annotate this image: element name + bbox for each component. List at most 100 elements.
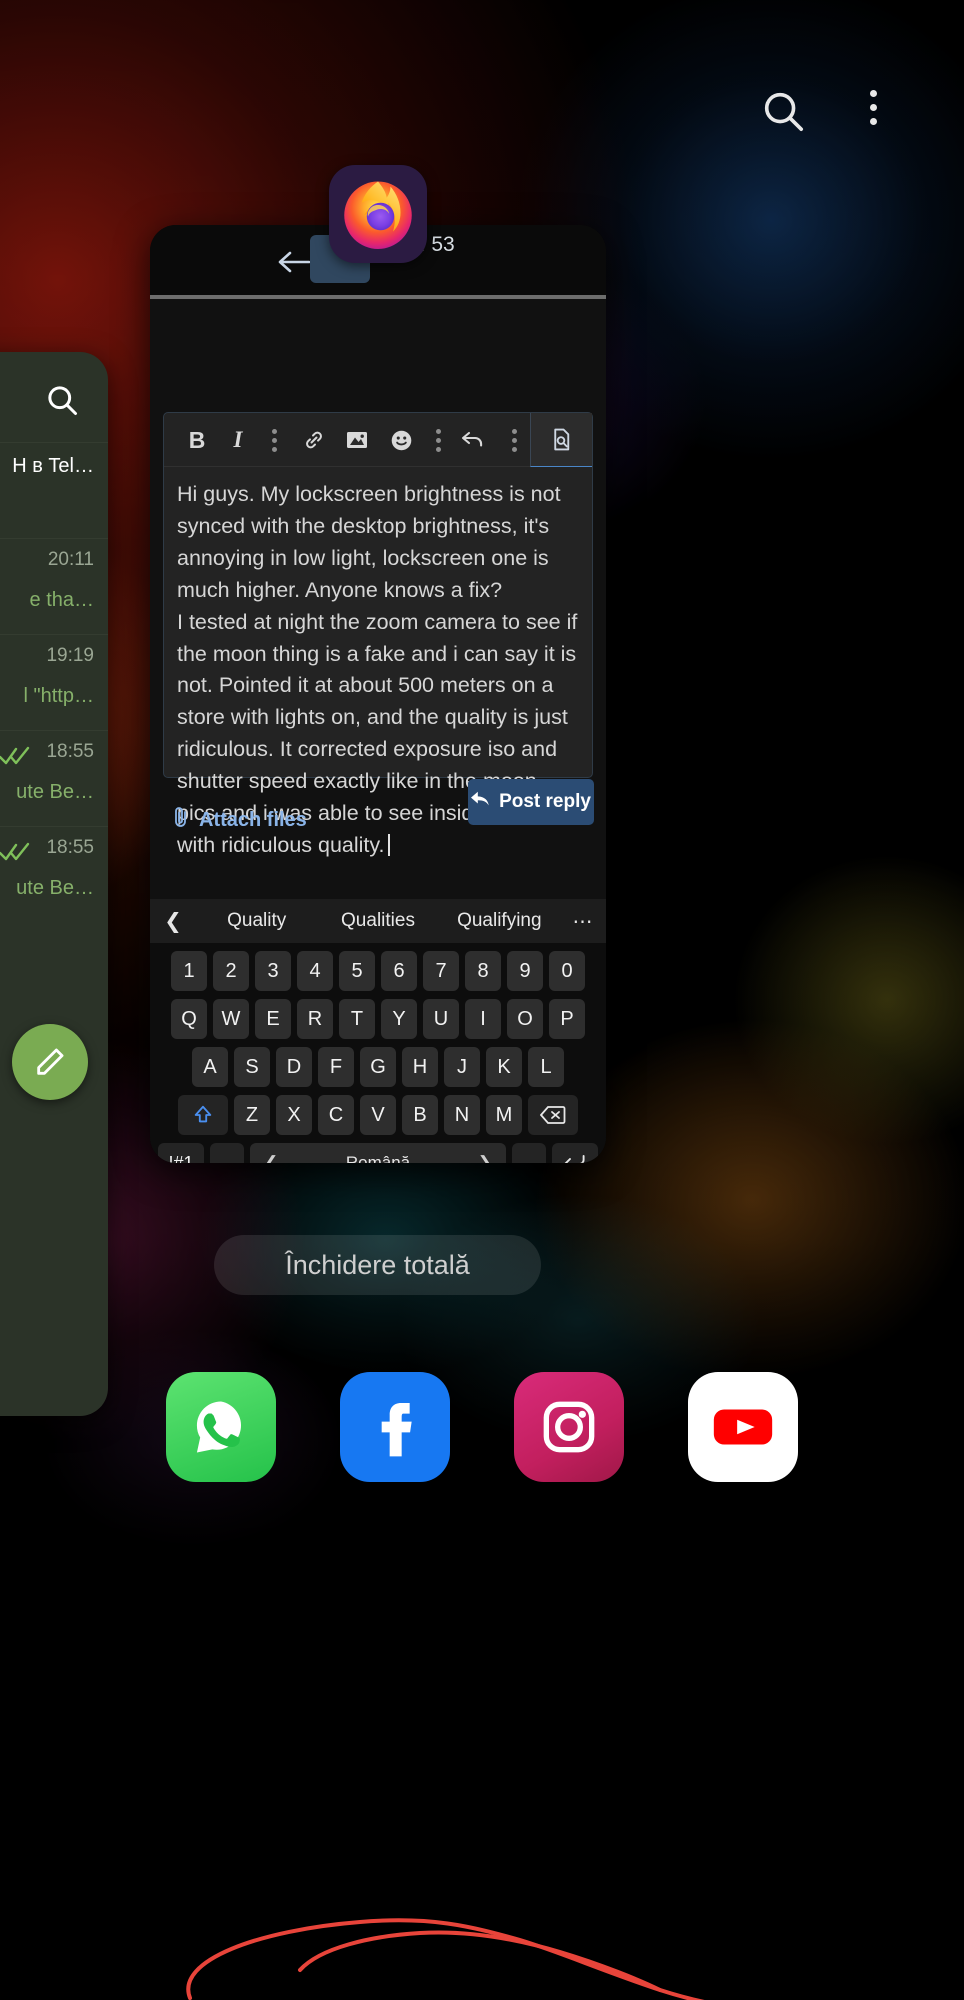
key-q[interactable]: Q <box>171 999 207 1039</box>
key-4[interactable]: 4 <box>297 951 333 991</box>
chat-snippet: ute Be… <box>16 877 94 899</box>
key-u[interactable]: U <box>423 999 459 1039</box>
chevron-left-icon[interactable]: ❮ <box>264 1153 278 1163</box>
compose-button[interactable] <box>12 1024 88 1100</box>
key-s[interactable]: S <box>234 1047 270 1087</box>
close-all-label: Închidere totală <box>285 1249 470 1280</box>
attach-files-button[interactable]: Attach files <box>172 805 307 835</box>
key-x[interactable]: X <box>276 1095 312 1135</box>
insert-more-icon[interactable] <box>424 413 452 467</box>
app-icon-whatsapp[interactable] <box>166 1372 276 1482</box>
key-v[interactable]: V <box>360 1095 396 1135</box>
pencil-icon <box>37 1048 64 1075</box>
key-z[interactable]: Z <box>234 1095 270 1135</box>
list-item[interactable]: 18:55 ute Be… <box>0 826 108 922</box>
key-n[interactable]: N <box>444 1095 480 1135</box>
key-o[interactable]: O <box>507 999 543 1039</box>
key-8[interactable]: 8 <box>465 951 501 991</box>
telegram-header <box>0 352 108 442</box>
paperclip-icon <box>172 805 190 835</box>
key-0[interactable]: 0 <box>549 951 585 991</box>
overflow-icon[interactable] <box>500 413 528 467</box>
keyboard-row-home: A S D F G H J K L <box>150 1047 606 1087</box>
italic-icon[interactable]: I <box>221 413 255 467</box>
overflow-menu-icon[interactable] <box>870 90 877 125</box>
chevron-right-icon[interactable]: ❯ <box>478 1153 492 1163</box>
key-h[interactable]: H <box>402 1047 438 1087</box>
key-6[interactable]: 6 <box>381 951 417 991</box>
key-f[interactable]: F <box>318 1047 354 1087</box>
close-all-button[interactable]: Închidere totală <box>214 1235 541 1295</box>
key-i[interactable]: I <box>465 999 501 1039</box>
back-arrow-icon[interactable] <box>276 250 312 279</box>
emoji-icon[interactable] <box>383 413 419 467</box>
app-card-firefox[interactable]: of 53 B I Hi guys. My lockscreen brightn… <box>150 225 606 1163</box>
key-m[interactable]: M <box>486 1095 522 1135</box>
keyboard-row-bottom: Z X C V B N M <box>150 1095 606 1135</box>
key-j[interactable]: J <box>444 1047 480 1087</box>
emoji-icon <box>391 430 411 450</box>
reply-editor[interactable]: B I Hi guys. My lockscreen brightness is… <box>163 412 593 857</box>
key-r[interactable]: R <box>297 999 333 1039</box>
key-l[interactable]: L <box>528 1047 564 1087</box>
suggestion-0[interactable]: Quality <box>196 910 317 932</box>
app-card-telegram[interactable]: Н в Tel… 20:11 e tha… 19:19 l "http… 18:… <box>0 352 108 1416</box>
key-t[interactable]: T <box>339 999 375 1039</box>
list-item[interactable]: 20:11 e tha… <box>0 538 108 634</box>
undo-icon[interactable] <box>456 413 492 467</box>
app-icon-instagram[interactable] <box>514 1372 624 1482</box>
youtube-icon <box>713 1409 773 1445</box>
key-9[interactable]: 9 <box>507 951 543 991</box>
app-icon-facebook[interactable] <box>340 1372 450 1482</box>
chat-snippet: e tha… <box>29 589 94 611</box>
key-5[interactable]: 5 <box>339 951 375 991</box>
period-key[interactable]: . <box>512 1143 546 1163</box>
app-icon-youtube[interactable] <box>688 1372 798 1482</box>
comma-key[interactable]: , <box>210 1143 244 1163</box>
key-g[interactable]: G <box>360 1047 396 1087</box>
symbols-key[interactable]: !#1 <box>158 1143 204 1163</box>
key-p[interactable]: P <box>549 999 585 1039</box>
search-icon[interactable] <box>44 382 80 423</box>
key-2[interactable]: 2 <box>213 951 249 991</box>
chat-time: 18:55 <box>46 741 94 762</box>
chevron-left-icon[interactable]: ❮ <box>150 909 196 934</box>
bold-icon[interactable]: B <box>180 413 214 467</box>
key-1[interactable]: 1 <box>171 951 207 991</box>
shift-key[interactable] <box>178 1095 228 1135</box>
key-c[interactable]: C <box>318 1095 354 1135</box>
list-item[interactable]: Н в Tel… <box>0 442 108 538</box>
more-suggestions-icon[interactable]: ⋯ <box>560 909 606 934</box>
post-reply-button[interactable]: Post reply <box>468 779 594 825</box>
app-icon-firefox[interactable] <box>329 165 427 263</box>
chat-snippet: l "http… <box>23 685 94 707</box>
key-3[interactable]: 3 <box>255 951 291 991</box>
image-icon[interactable] <box>339 413 375 467</box>
backspace-key[interactable] <box>528 1095 578 1135</box>
key-b[interactable]: B <box>402 1095 438 1135</box>
space-key[interactable]: ❮ Română ❯ <box>250 1143 506 1163</box>
key-w[interactable]: W <box>213 999 249 1039</box>
key-y[interactable]: Y <box>381 999 417 1039</box>
search-icon[interactable] <box>760 88 806 139</box>
suggestion-1[interactable]: Qualities <box>317 910 438 932</box>
reply-arrow-icon <box>471 790 491 814</box>
enter-key[interactable] <box>552 1143 598 1163</box>
list-item[interactable]: 18:55 ute Be… <box>0 730 108 826</box>
key-e[interactable]: E <box>255 999 291 1039</box>
suggestion-bar: ❮ Quality Qualities Qualifying ⋯ <box>150 899 606 943</box>
red-annotation-doodle <box>186 1918 705 2000</box>
key-a[interactable]: A <box>192 1047 228 1087</box>
preview-icon[interactable] <box>530 413 592 467</box>
link-icon[interactable] <box>296 413 332 467</box>
suggestion-2[interactable]: Qualifying <box>439 910 560 932</box>
chat-time: 19:19 <box>46 645 94 666</box>
text-more-icon[interactable] <box>260 413 288 467</box>
enter-icon <box>564 1155 585 1163</box>
key-k[interactable]: K <box>486 1047 522 1087</box>
key-7[interactable]: 7 <box>423 951 459 991</box>
read-receipt-icon <box>0 745 32 772</box>
list-item[interactable]: 19:19 l "http… <box>0 634 108 730</box>
onscreen-keyboard[interactable]: ❮ Quality Qualities Qualifying ⋯ 1 2 3 4… <box>150 899 606 1163</box>
key-d[interactable]: D <box>276 1047 312 1087</box>
